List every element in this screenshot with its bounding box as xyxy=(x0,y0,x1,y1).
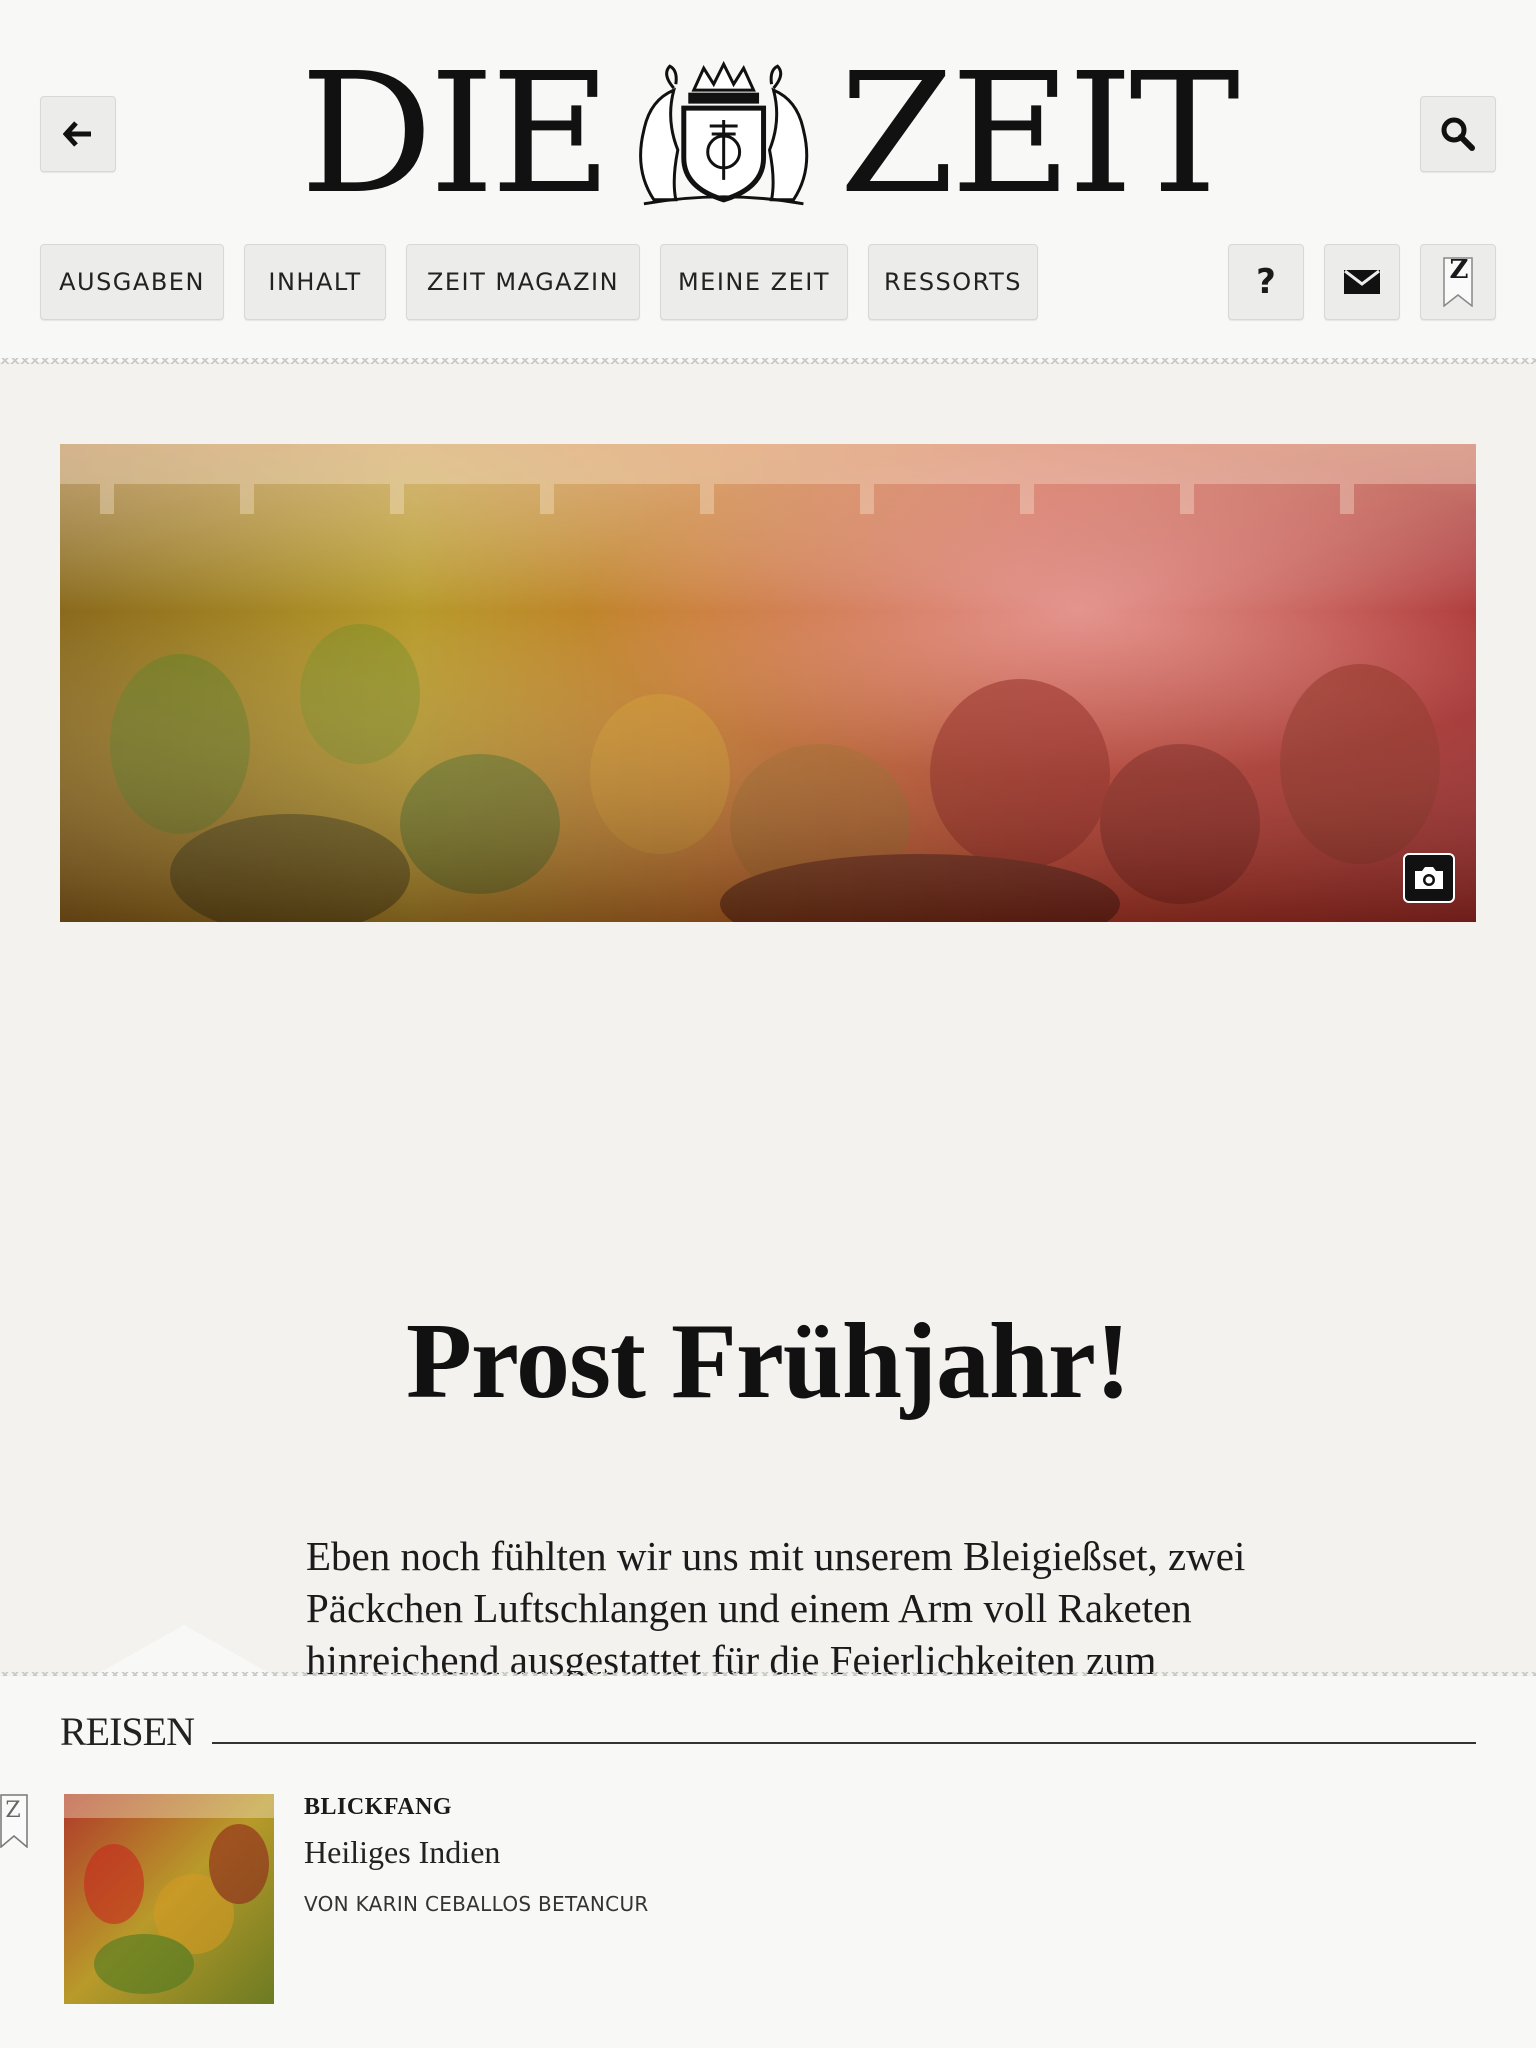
mail-button[interactable] xyxy=(1324,244,1400,320)
article-kicker[interactable]: BLICKFANG xyxy=(304,1794,452,1821)
bookmark-button[interactable]: Z xyxy=(1420,244,1496,320)
nav-label: AUSGABEN xyxy=(59,268,205,296)
nav-label: MEINE ZEIT xyxy=(677,268,831,296)
panel-tab[interactable] xyxy=(92,1625,276,1677)
nav-label: RESSORTS xyxy=(883,268,1023,296)
logo-text-right: ZEIT xyxy=(839,38,1240,231)
thumbnail-photo xyxy=(64,1794,274,2004)
nav-ausgaben[interactable]: AUSGABEN xyxy=(40,244,224,320)
nav-ressorts[interactable]: RESSORTS xyxy=(868,244,1038,320)
nav-zeit-magazin[interactable]: ZEIT MAGAZIN xyxy=(406,244,640,320)
header: DIE ZEIT AUSGABEN INHALT ZEIT MAGAZIN ME… xyxy=(0,0,1536,362)
nav-label: INHALT xyxy=(268,268,362,296)
section-label: REISEN xyxy=(60,1709,195,1754)
nav-label: ZEIT MAGAZIN xyxy=(426,268,620,296)
help-label: ? xyxy=(1256,262,1276,302)
article-byline: VON KARIN CEBALLOS BETANCUR xyxy=(304,1892,649,1916)
item-bookmark-label: Z xyxy=(5,1798,21,1823)
article-title-link[interactable]: Heiliges Indien xyxy=(304,1834,500,1871)
logo-text-left: DIE xyxy=(300,38,612,231)
header-zigzag-divider xyxy=(0,358,1536,364)
nav-meine-zeit[interactable]: MEINE ZEIT xyxy=(660,244,848,320)
search-icon xyxy=(1441,117,1475,151)
back-button[interactable] xyxy=(40,96,116,172)
camera-icon xyxy=(1415,867,1443,889)
item-bookmark[interactable]: Z xyxy=(0,1794,28,1849)
arrow-left-icon xyxy=(63,121,91,147)
logo: DIE ZEIT xyxy=(300,52,1240,218)
crest-icon xyxy=(638,60,809,206)
camera-button[interactable] xyxy=(1403,853,1455,903)
mail-icon xyxy=(1344,270,1380,294)
article-thumbnail[interactable] xyxy=(64,1794,274,2004)
search-button[interactable] xyxy=(1420,96,1496,172)
nav-inhalt[interactable]: INHALT xyxy=(244,244,386,320)
hero-image[interactable] xyxy=(60,444,1476,922)
article-headline: Prost Frühjahr! xyxy=(406,1302,1131,1421)
bookmark-label: Z xyxy=(1449,255,1469,285)
help-button[interactable]: ? xyxy=(1228,244,1304,320)
hero-photo xyxy=(60,444,1476,922)
article-lead: Eben noch fühlten wir uns mit unserem Bl… xyxy=(306,1533,1246,1676)
section-rule xyxy=(212,1742,1476,1744)
